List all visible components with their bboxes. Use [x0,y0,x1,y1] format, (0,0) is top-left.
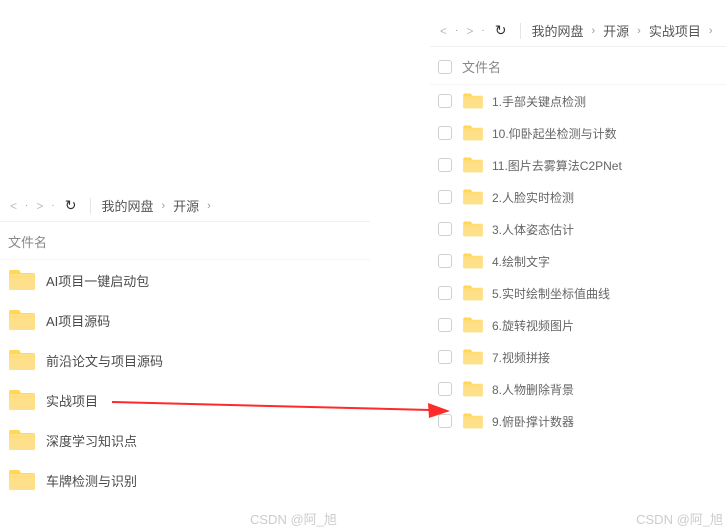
nav-dot: · [481,25,484,36]
folder-row[interactable]: 8.人物删除背景 [430,373,726,405]
folder-row[interactable]: 2.人脸实时检测 [430,181,726,213]
folder-name[interactable]: 6.旋转视频图片 [492,317,574,334]
folder-row[interactable]: 车牌检测与识别 [0,460,370,500]
crumb-level1[interactable]: 开源 [603,21,629,40]
folder-icon [8,428,36,452]
row-checkbox[interactable] [438,158,452,172]
nav-back-button[interactable]: < [438,24,449,38]
crumb-root[interactable]: 我的网盘 [531,21,583,40]
folder-name[interactable]: 7.视频拼接 [492,349,550,366]
column-header-row: 文件名 [430,46,726,85]
folder-icon [462,284,484,302]
nav-dot: · [25,200,28,211]
folder-row[interactable]: 5.实时绘制坐标值曲线 [430,277,726,309]
chevron-right-icon: › [161,200,165,212]
separator [520,23,521,39]
folder-name[interactable]: 3.人体姿态估计 [492,221,574,238]
file-list-right: 1.手部关键点检测 10.仰卧起坐检测与计数 11.图片去雾算法C2PNet 2.人脸… [430,85,726,437]
folder-name[interactable]: 前沿论文与项目源码 [46,351,163,370]
chevron-right-icon: › [637,25,641,37]
folder-name[interactable]: AI项目源码 [46,311,110,330]
folder-name[interactable]: 9.俯卧撑计数器 [492,413,574,430]
row-checkbox[interactable] [438,254,452,268]
file-list-left: AI项目一键启动包 AI项目源码前沿论文与项目源码实战项目深度学习知识点车牌检测与… [0,260,370,500]
row-checkbox[interactable] [438,382,452,396]
row-checkbox[interactable] [438,94,452,108]
row-checkbox[interactable] [438,222,452,236]
chevron-right-icon: › [591,25,595,37]
folder-row[interactable]: 4.绘制文字 [430,245,726,277]
refresh-icon[interactable]: ↻ [491,22,511,39]
chevron-right-icon: › [709,25,713,37]
refresh-icon[interactable]: ↻ [61,197,81,214]
right-panel: < · > · ↻ 我的网盘 › 开源 › 实战项目 › 文件名 1.手部关键点… [430,15,726,437]
nav-forward-button[interactable]: > [464,24,475,38]
folder-row[interactable]: 6.旋转视频图片 [430,309,726,341]
breadcrumb-right: < · > · ↻ 我的网盘 › 开源 › 实战项目 › [430,15,726,46]
nav-dot: · [51,200,54,211]
folder-row[interactable]: 11.图片去雾算法C2PNet [430,149,726,181]
watermark: CSDN @阿_旭 [250,509,337,528]
folder-name[interactable]: 5.实时绘制坐标值曲线 [492,285,610,302]
watermark: CSDN @阿_旭 [636,509,723,528]
folder-name[interactable]: 10.仰卧起坐检测与计数 [492,125,617,142]
folder-icon [462,124,484,142]
folder-name[interactable]: 1.手部关键点检测 [492,93,586,110]
left-panel: < · > · ↻ 我的网盘 › 开源 › 文件名 AI项目一键启动包 AI项目源… [0,190,370,500]
folder-row[interactable]: 3.人体姿态估计 [430,213,726,245]
folder-name[interactable]: AI项目一键启动包 [46,271,149,290]
folder-row[interactable]: 实战项目 [0,380,370,420]
folder-icon [462,188,484,206]
column-header-name[interactable]: 文件名 [8,232,47,251]
folder-name[interactable]: 11.图片去雾算法C2PNet [492,157,622,174]
folder-icon [8,348,36,372]
row-checkbox[interactable] [438,350,452,364]
folder-icon [462,92,484,110]
folder-name[interactable]: 车牌检测与识别 [46,471,137,490]
nav-forward-button[interactable]: > [34,199,45,213]
breadcrumb-left: < · > · ↻ 我的网盘 › 开源 › [0,190,370,221]
folder-row[interactable]: 深度学习知识点 [0,420,370,460]
crumb-level2[interactable]: 实战项目 [649,21,701,40]
folder-row[interactable]: AI项目源码 [0,300,370,340]
folder-icon [462,316,484,334]
folder-icon [8,388,36,412]
row-checkbox[interactable] [438,414,452,428]
crumb-level1[interactable]: 开源 [173,196,199,215]
folder-icon [8,268,36,292]
folder-row[interactable]: 前沿论文与项目源码 [0,340,370,380]
row-checkbox[interactable] [438,190,452,204]
folder-icon [462,252,484,270]
row-checkbox[interactable] [438,126,452,140]
nav-dot: · [455,25,458,36]
nav-back-button[interactable]: < [8,199,19,213]
folder-icon [462,156,484,174]
folder-icon [8,468,36,492]
separator [90,198,91,214]
column-header-row: 文件名 [0,221,370,260]
folder-row[interactable]: 9.俯卧撑计数器 [430,405,726,437]
folder-name[interactable]: 2.人脸实时检测 [492,189,574,206]
folder-row[interactable]: AI项目一键启动包 [0,260,370,300]
folder-row[interactable]: 7.视频拼接 [430,341,726,373]
folder-row[interactable]: 1.手部关键点检测 [430,85,726,117]
folder-row[interactable]: 10.仰卧起坐检测与计数 [430,117,726,149]
crumb-root[interactable]: 我的网盘 [101,196,153,215]
folder-icon [8,308,36,332]
folder-name[interactable]: 深度学习知识点 [46,431,137,450]
folder-name[interactable]: 4.绘制文字 [492,253,550,270]
row-checkbox[interactable] [438,286,452,300]
row-checkbox[interactable] [438,318,452,332]
folder-name[interactable]: 8.人物删除背景 [492,381,574,398]
folder-name[interactable]: 实战项目 [46,391,98,410]
folder-icon [462,412,484,430]
folder-icon [462,348,484,366]
folder-icon [462,220,484,238]
column-header-name[interactable]: 文件名 [462,57,501,76]
select-all-checkbox[interactable] [438,60,452,74]
chevron-right-icon: › [207,200,211,212]
folder-icon [462,380,484,398]
